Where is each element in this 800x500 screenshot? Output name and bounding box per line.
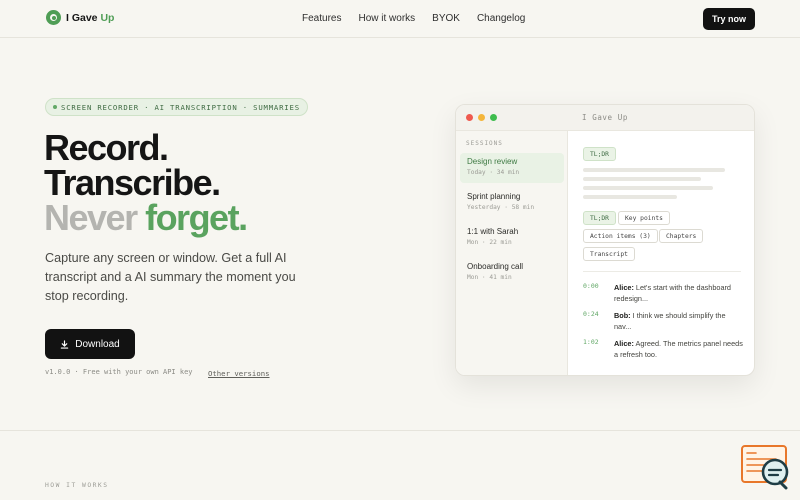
timestamp: 1:02 (583, 338, 599, 346)
sessions-heading: SESSIONS (466, 140, 503, 147)
try-now-button[interactable]: Try now (703, 8, 755, 30)
brand-accent: Up (100, 11, 115, 24)
hero-subtitle: Capture any screen or window. Get a full… (45, 251, 296, 303)
session-item[interactable]: 1:1 with Sarah Mon · 22 min (460, 223, 564, 253)
download-icon (61, 339, 69, 349)
hero-title: Record. Transcribe. Never forget. (44, 127, 248, 238)
logo-icon (46, 10, 61, 25)
hero-line-2: Transcribe. (44, 162, 221, 203)
window-title: I Gave Up (581, 113, 629, 122)
tab-action-items[interactable]: Action items (3) (583, 229, 658, 243)
tab-tldr[interactable]: TL;DR (583, 211, 616, 225)
sessions-sidebar: SESSIONS Design review Today · 34 min Sp… (456, 131, 568, 375)
section-divider (0, 430, 800, 431)
feature-badge: SCREEN RECORDER · AI TRANSCRIPTION · SUM… (45, 98, 308, 116)
utterance: I think we should simplify the nav... (614, 311, 726, 331)
tab-key-points[interactable]: Key points (618, 211, 670, 225)
tab-transcript[interactable]: Transcript (583, 247, 635, 261)
timestamp: 0:00 (583, 282, 599, 290)
badge-text: SCREEN RECORDER · AI TRANSCRIPTION · SUM… (61, 102, 300, 112)
session-name: Sprint planning (467, 192, 521, 201)
nav-features[interactable]: Features (302, 13, 341, 24)
main-nav: Features How it works BYOK Changelog (302, 13, 525, 24)
nav-how-it-works[interactable]: How it works (358, 13, 415, 24)
download-button[interactable]: Download (45, 329, 135, 359)
how-it-works-label: HOW IT WORKS (45, 482, 109, 489)
utterance: Agreed. The metrics panel needs a refres… (614, 339, 743, 359)
session-meta: Yesterday · 58 min (467, 204, 535, 211)
summary-panel: TL;DR TL;DR Key points Action items (3) … (569, 131, 754, 375)
session-meta: Today · 34 min (467, 169, 520, 176)
timestamp: 0:24 (583, 310, 599, 318)
other-versions-link[interactable]: Other versions (208, 369, 270, 378)
app-window-preview: I Gave Up SESSIONS Design review Today ·… (455, 104, 755, 376)
speaker: Alice: (614, 339, 634, 348)
badge-dot-icon (53, 105, 57, 109)
brand[interactable]: I Gave Up (46, 10, 114, 25)
tldr-label: TL;DR (583, 147, 616, 161)
speaker: Alice: (614, 283, 634, 292)
placeholder-line (583, 186, 713, 190)
tab-chapters[interactable]: Chapters (659, 229, 704, 243)
speaker: Bob: (614, 311, 631, 320)
version-text: v1.0.0 · Free with your own API key (45, 368, 193, 376)
brand-name: I Gave Up (66, 11, 115, 24)
placeholder-line (583, 168, 725, 172)
nav-changelog[interactable]: Changelog (477, 13, 525, 24)
chat-support-icon[interactable] (740, 444, 792, 490)
nav-byok[interactable]: BYOK (432, 13, 460, 24)
session-meta: Mon · 22 min (467, 239, 512, 246)
site-header: I Gave Up Features How it works BYOK Cha… (0, 0, 800, 38)
divider (583, 271, 741, 272)
window-titlebar: I Gave Up (456, 105, 754, 131)
hero-line-3: Never forget. (44, 197, 248, 238)
session-meta: Mon · 41 min (467, 274, 512, 281)
placeholder-line (583, 177, 701, 181)
hero-line-1: Record. (44, 127, 169, 168)
placeholder-line (583, 195, 677, 199)
hero-line-3-muted: Never (44, 197, 146, 238)
session-item[interactable]: Onboarding call Mon · 41 min (460, 258, 564, 288)
session-name: Design review (467, 157, 518, 166)
session-name: 1:1 with Sarah (467, 227, 519, 236)
hero-line-3-accent: forget. (145, 197, 248, 238)
session-item[interactable]: Sprint planning Yesterday · 58 min (460, 188, 564, 218)
session-item[interactable]: Design review Today · 34 min (460, 153, 564, 183)
session-name: Onboarding call (467, 262, 524, 271)
download-label: Download (75, 338, 120, 350)
